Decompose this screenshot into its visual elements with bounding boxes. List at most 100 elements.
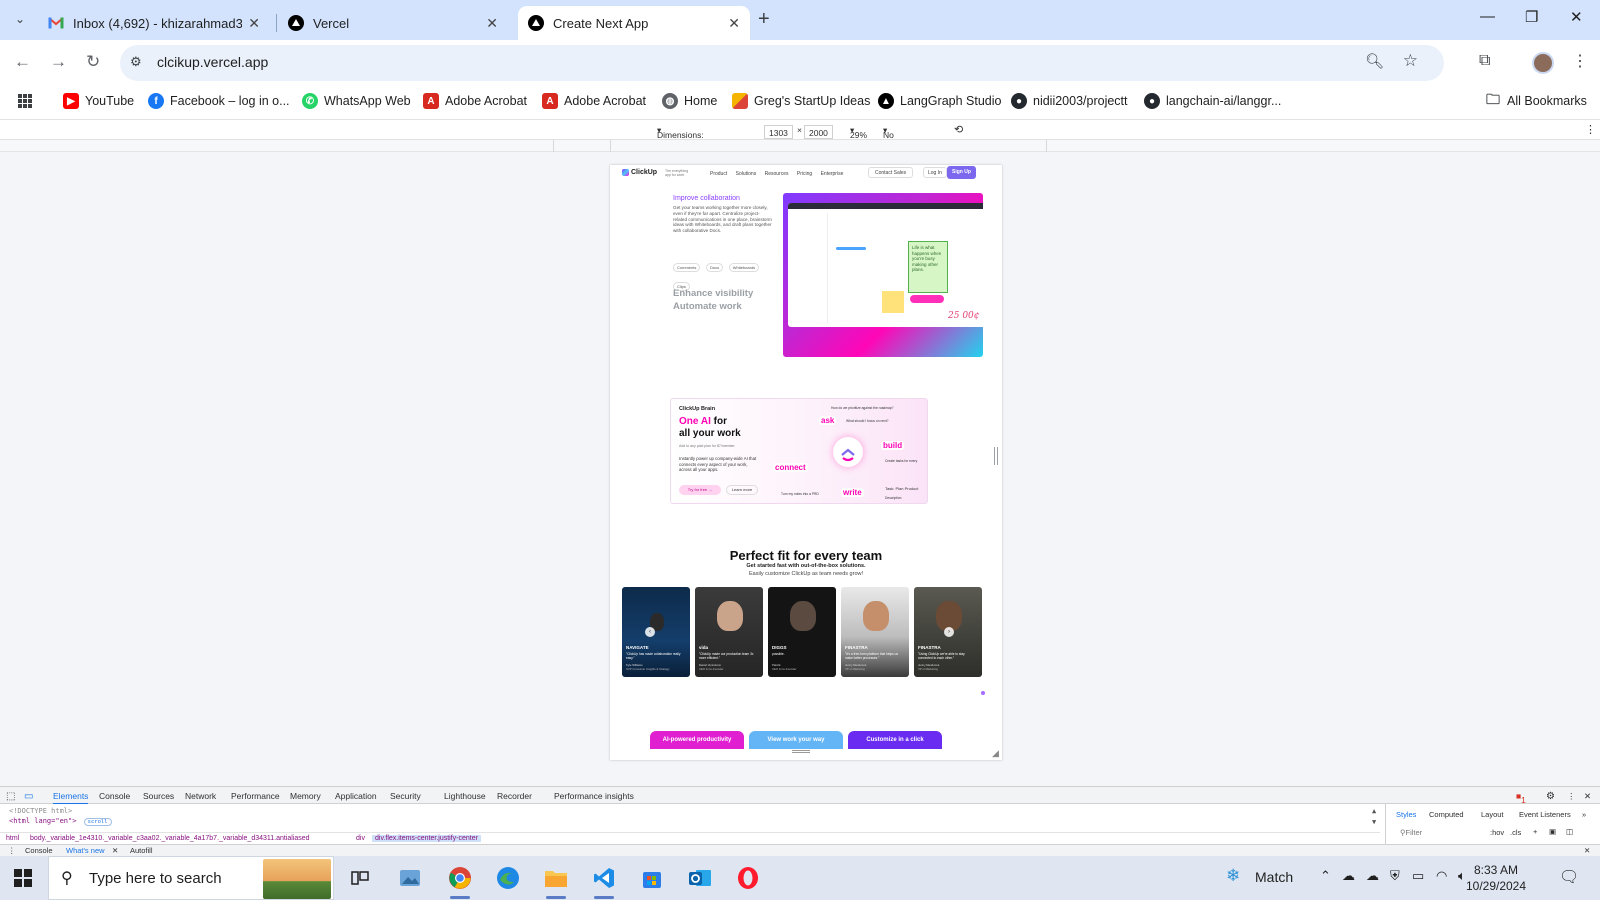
cls-toggle[interactable]: .cls	[1510, 828, 1521, 837]
learn-more-button[interactable]: Learn more	[726, 485, 758, 495]
chip-whiteboards[interactable]: Whiteboards	[728, 263, 760, 272]
crumb-div-selected[interactable]: div.flex.items-center.justify-center	[372, 835, 481, 842]
taskbar-search-box[interactable]: ⚲ Type here to search	[48, 856, 334, 900]
nav-enterprise[interactable]: Enterprise	[821, 171, 844, 177]
chip-docs[interactable]: Docs	[705, 263, 724, 272]
tab-search-chevron-icon[interactable]: ⌄	[8, 7, 32, 31]
tab-view-work[interactable]: View work your way	[749, 731, 843, 749]
scroll-up-icon[interactable]: ▲	[1372, 807, 1376, 815]
bookmark-langgraph-studio[interactable]: ▲ LangGraph Studio	[878, 93, 1001, 109]
settings-gear-icon[interactable]: ⚙	[1546, 791, 1555, 802]
zoom-dropdown[interactable]: 29% ▾	[850, 125, 867, 140]
devtools-tab-performance[interactable]: Performance	[231, 791, 280, 801]
emulated-page[interactable]: ClickUp The everything app for work Prod…	[610, 165, 1002, 760]
dimensions-dropdown[interactable]: Dimensions: Responsive ▾	[657, 125, 704, 150]
edge-taskbar-icon[interactable]	[492, 862, 524, 894]
back-arrow-icon[interactable]: ←	[14, 52, 31, 72]
reload-icon[interactable]: ↻	[86, 52, 100, 72]
side-tab-computed[interactable]: Computed	[1429, 810, 1464, 819]
task-view-icon[interactable]	[344, 862, 376, 894]
notifications-icon[interactable]: 🗨︎	[1559, 867, 1579, 887]
ruler-segment[interactable]	[610, 140, 1002, 152]
carousel-prev-icon[interactable]: ‹	[645, 627, 655, 637]
doctype-line[interactable]: <!DOCTYPE html>	[9, 807, 72, 815]
close-icon[interactable]: ✕	[728, 15, 740, 32]
onedrive-2-icon[interactable]: ☁	[1366, 868, 1379, 884]
testimonial-card[interactable]: NAVIGATE "ClickUp has made collaboration…	[622, 587, 690, 677]
bookmark-github-langgraph[interactable]: ● langchain-ai/langgr...	[1144, 93, 1281, 109]
side-tab-event-listeners[interactable]: Event Listeners	[1519, 810, 1571, 819]
nav-resources[interactable]: Resources	[765, 171, 789, 177]
try-free-button[interactable]: Try for free →	[679, 485, 721, 495]
scroll-down-icon[interactable]: ▼	[1372, 818, 1376, 826]
tab-ai-productivity[interactable]: AI-powered productivity	[650, 731, 744, 749]
device-more-icon[interactable]: ⋮	[1585, 123, 1596, 136]
nav-pricing[interactable]: Pricing	[797, 171, 812, 177]
apps-grid-icon[interactable]	[17, 93, 33, 109]
devtools-tab-console[interactable]: Console	[99, 791, 130, 801]
side-tab-styles[interactable]: Styles	[1396, 810, 1416, 819]
drawer-tab-whats-new[interactable]: What's new	[66, 846, 105, 855]
add-rule-icon[interactable]: +	[1533, 827, 1537, 836]
devtools-tab-performance-insights[interactable]: Performance insights	[554, 791, 634, 801]
site-info-icon[interactable]: ⚙	[130, 54, 142, 70]
devtools-tab-lighthouse[interactable]: Lighthouse	[444, 791, 486, 801]
clickup-logo[interactable]: ClickUp	[622, 169, 657, 176]
nav-solutions[interactable]: Solutions	[736, 171, 757, 177]
outlook-taskbar-icon[interactable]	[684, 862, 716, 894]
tab-vercel[interactable]: Vercel ✕	[278, 6, 508, 40]
devtools-tab-security[interactable]: Security	[390, 791, 421, 801]
error-badge[interactable]: ■ 1	[1516, 791, 1526, 805]
viewport-resize-handle[interactable]	[994, 447, 998, 465]
bookmark-adobe-acrobat-2[interactable]: A Adobe Acrobat	[542, 93, 646, 109]
inspect-element-icon[interactable]: ⬚	[6, 791, 15, 802]
tab-gmail[interactable]: Inbox (4,692) - khizarahmad333 ✕	[38, 6, 270, 40]
ruler-segment[interactable]	[1046, 140, 1047, 152]
side-tab-layout[interactable]: Layout	[1481, 810, 1504, 819]
bookmark-youtube[interactable]: ▶ YouTube	[63, 93, 134, 109]
device-toggle-icon[interactable]: ▭	[24, 791, 33, 802]
corner-resize-icon[interactable]: ◢	[992, 748, 999, 759]
close-icon[interactable]: ✕	[248, 15, 260, 32]
weather-icon[interactable]: ❄	[1226, 866, 1240, 886]
hov-toggle[interactable]: :hov	[1490, 828, 1504, 837]
tab-create-next-app[interactable]: Create Next App ✕	[518, 6, 750, 40]
bookmark-gregs-startup-ideas[interactable]: Greg's StartUp Ideas	[732, 93, 870, 109]
address-bar[interactable]: ⚙ clcikup.vercel.app 🔍︎ ☆	[120, 45, 1444, 81]
bookmark-adobe-acrobat[interactable]: A Adobe Acrobat	[423, 93, 527, 109]
carousel-next-icon[interactable]: ›	[944, 627, 954, 637]
bookmark-github-projectt[interactable]: ● nidii2003/projectt	[1011, 93, 1128, 109]
crumb-html[interactable]: html	[6, 835, 19, 842]
kebab-menu-icon[interactable]: ⋮	[1572, 51, 1588, 71]
bookmark-facebook[interactable]: f Facebook – log in o...	[148, 93, 290, 109]
signup-button[interactable]: Sign Up	[947, 166, 976, 179]
scroll-badge[interactable]: scroll	[83, 818, 112, 826]
throttling-dropdown[interactable]: No throttling ▾	[883, 125, 916, 150]
crumb-div[interactable]: div	[356, 835, 365, 842]
photos-app-icon[interactable]	[394, 862, 426, 894]
window-close-icon[interactable]: ✕	[1570, 8, 1583, 26]
nav-product[interactable]: Product	[710, 171, 727, 177]
testimonial-card[interactable]: vida "ClickUp made our production team 3…	[695, 587, 763, 677]
devtools-tab-network[interactable]: Network	[185, 791, 216, 801]
opera-taskbar-icon[interactable]	[732, 862, 764, 894]
devtools-tab-recorder[interactable]: Recorder	[497, 791, 532, 801]
enhance-visibility-link[interactable]: Enhance visibility	[673, 287, 753, 300]
close-icon[interactable]: ✕	[486, 15, 498, 32]
more-tabs-icon[interactable]: »	[1582, 810, 1586, 819]
crumb-body[interactable]: body._variable_1e4310._variable_c3aa02._…	[30, 835, 310, 842]
forward-arrow-icon[interactable]: →	[50, 52, 67, 72]
bookmark-whatsapp[interactable]: ✆ WhatsApp Web	[302, 93, 411, 109]
devtools-more-icon[interactable]: ⋮	[1567, 791, 1576, 802]
testimonial-card[interactable]: DIGGS possible. Patrick CEO & Co-Founder	[768, 587, 836, 677]
battery-icon[interactable]: ▭	[1412, 868, 1424, 884]
weather-text[interactable]: Match	[1255, 869, 1293, 885]
drawer-menu-icon[interactable]: ⋮	[8, 846, 16, 855]
bookmark-home[interactable]: ◍ Home	[662, 93, 717, 109]
bookmark-star-icon[interactable]: ☆	[1403, 51, 1418, 71]
tray-chevron-up-icon[interactable]: ⌃	[1320, 868, 1331, 884]
viewport-bottom-resize-handle[interactable]	[792, 750, 810, 753]
devtools-tab-sources[interactable]: Sources	[143, 791, 174, 801]
devtools-tab-elements[interactable]: Elements	[53, 791, 89, 805]
devtools-tab-application[interactable]: Application	[335, 791, 377, 801]
